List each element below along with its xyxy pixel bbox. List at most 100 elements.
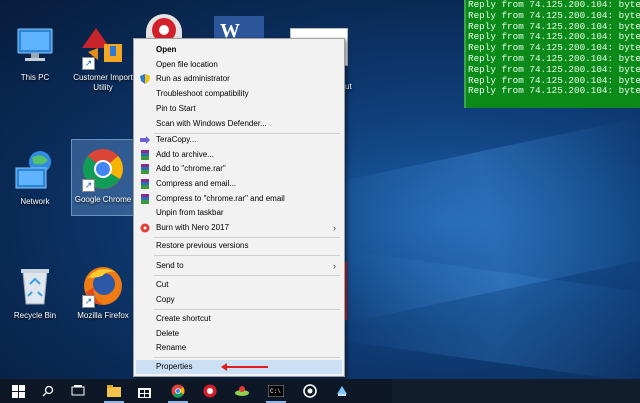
menu-item-teracopy[interactable]: TeraCopy... — [136, 133, 342, 147]
taskbar-file-explorer[interactable] — [100, 379, 128, 403]
wallpaper-beam — [333, 250, 640, 385]
winrar-icon — [140, 194, 150, 204]
menu-item-open-file-location[interactable]: Open file location — [136, 58, 342, 72]
winrar-icon — [140, 164, 150, 174]
menu-separator — [154, 275, 340, 276]
desktop-icon-recycle-bin[interactable]: Recycle Bin — [4, 262, 66, 321]
start-button[interactable] — [4, 379, 32, 403]
submenu-arrow-icon: › — [333, 261, 336, 271]
menu-item-burn-with-nero[interactable]: Burn with Nero 2017 › — [136, 221, 342, 235]
menu-item-compress-to-chrome-rar-and-email[interactable]: Compress to "chrome.rar" and email — [136, 192, 342, 206]
chrome-icon: ↗ — [80, 146, 126, 192]
menu-item-add-to-archive[interactable]: Add to archive... — [136, 148, 342, 162]
menu-separator — [154, 357, 340, 358]
recycle-bin-icon — [12, 262, 58, 308]
terminal-line: Reply from 74.125.200.104: bytes= — [468, 9, 640, 21]
menu-item-compress-and-email[interactable]: Compress and email... — [136, 177, 342, 191]
menu-separator — [154, 237, 340, 238]
taskbar-app[interactable] — [328, 379, 356, 403]
windows-start-icon — [11, 384, 25, 398]
taskbar-chrome[interactable] — [164, 379, 192, 403]
firefox-icon: ↗ — [80, 262, 126, 308]
menu-item-label: Pin to Start — [156, 104, 196, 113]
menu-item-pin-to-start[interactable]: Pin to Start — [136, 102, 342, 116]
menu-item-label: Copy — [156, 295, 175, 304]
app-icon — [337, 386, 347, 396]
desktop-icon-network[interactable]: Network — [4, 148, 66, 207]
menu-item-label: Troubleshoot compatibility — [156, 89, 249, 98]
context-menu: Open Open file location Run as administr… — [133, 38, 345, 377]
menu-item-send-to[interactable]: Send to › — [136, 259, 342, 273]
shortcut-arrow-icon: ↗ — [82, 57, 95, 70]
taskbar-tray — [392, 379, 640, 403]
desktop-icon-google-chrome[interactable]: ↗ Google Chrome — [71, 139, 135, 216]
search-icon — [42, 385, 54, 397]
menu-item-label: TeraCopy... — [156, 135, 197, 144]
desktop-icon-mozilla-firefox[interactable]: ↗ Mozilla Firefox — [72, 262, 134, 321]
utility-icon: ↗ — [80, 24, 126, 70]
desktop-icon-customer-import-utility[interactable]: ↗ Customer Import Utility — [72, 24, 134, 93]
computer-icon — [12, 24, 58, 70]
menu-item-create-shortcut[interactable]: Create shortcut — [136, 312, 342, 326]
file-explorer-icon — [107, 385, 121, 397]
menu-item-label: Properties — [156, 362, 193, 371]
menu-item-label: Cut — [156, 280, 169, 289]
desktop-icon-label: Customer Import Utility — [73, 73, 133, 92]
menu-item-label: Rename — [156, 343, 187, 352]
command-prompt-window[interactable]: Reply from 74.125.200.104: bytes= Reply … — [464, 0, 640, 108]
menu-item-label: Add to archive... — [156, 150, 214, 159]
partial-icon-label: cut — [341, 82, 352, 91]
menu-item-label: Delete — [156, 329, 180, 338]
taskbar: C:\ — [0, 379, 640, 403]
menu-item-label: Compress to "chrome.rar" and email — [156, 194, 285, 203]
annotation-arrow — [221, 363, 268, 371]
desktop-icon-label: Network — [20, 197, 50, 206]
desktop-icon-this-pc[interactable]: This PC — [4, 24, 66, 83]
network-icon — [12, 148, 58, 194]
menu-item-add-to-chrome-rar[interactable]: Add to "chrome.rar" — [136, 162, 342, 176]
desktop-icon-label: This PC — [20, 73, 50, 82]
menu-item-unpin-from-taskbar[interactable]: Unpin from taskbar — [136, 206, 342, 220]
menu-item-label: Unpin from taskbar — [156, 208, 224, 217]
menu-item-restore-previous-versions[interactable]: Restore previous versions — [136, 239, 342, 253]
svg-text:C:\: C:\ — [270, 388, 281, 395]
desktop-icon-label: Recycle Bin — [13, 311, 57, 320]
search-button[interactable] — [34, 379, 62, 403]
terminal-icon: C:\ — [268, 385, 284, 397]
submenu-arrow-icon: › — [333, 223, 336, 233]
menu-item-label: Create shortcut — [156, 314, 211, 323]
task-view-button[interactable] — [64, 379, 92, 403]
menu-separator — [154, 255, 340, 256]
taskbar-terminal[interactable]: C:\ — [262, 379, 290, 403]
pdf-icon — [203, 384, 217, 398]
menu-item-open[interactable]: Open — [136, 43, 342, 57]
desktop-icon-label: Google Chrome — [74, 195, 132, 204]
network-tool-icon — [235, 386, 249, 396]
menu-item-label: Run as administrator — [156, 74, 230, 83]
menu-item-copy[interactable]: Copy — [136, 293, 342, 307]
menu-item-troubleshoot-compatibility[interactable]: Troubleshoot compatibility — [136, 87, 342, 101]
taskbar-network-tool[interactable] — [228, 379, 256, 403]
desktop-icon-label: Mozilla Firefox — [77, 311, 129, 320]
taskbar-store[interactable] — [130, 379, 158, 403]
shortcut-arrow-icon: ↗ — [82, 179, 95, 192]
taskbar-target-app[interactable] — [296, 379, 324, 403]
menu-item-label: Open — [156, 45, 177, 54]
uac-shield-icon — [140, 74, 150, 84]
task-view-icon — [71, 385, 85, 396]
winrar-icon — [140, 150, 150, 160]
terminal-line: Reply from 74.125.200.104: bytes= — [468, 63, 640, 75]
menu-item-cut[interactable]: Cut — [136, 278, 342, 292]
menu-item-run-as-administrator[interactable]: Run as administrator — [136, 72, 342, 86]
teracopy-icon — [140, 135, 150, 145]
terminal-line: Reply from 74.125.200.104: bytes= — [468, 85, 640, 97]
menu-item-delete[interactable]: Delete — [136, 327, 342, 341]
chrome-icon — [171, 384, 185, 398]
menu-item-label: Restore previous versions — [156, 241, 249, 250]
menu-item-label: Burn with Nero 2017 — [156, 223, 229, 232]
menu-item-rename[interactable]: Rename — [136, 341, 342, 355]
winrar-icon — [140, 179, 150, 189]
menu-item-scan-with-defender[interactable]: Scan with Windows Defender... — [136, 117, 342, 131]
taskbar-pdf-app[interactable] — [196, 379, 224, 403]
menu-item-label: Open file location — [156, 60, 218, 69]
